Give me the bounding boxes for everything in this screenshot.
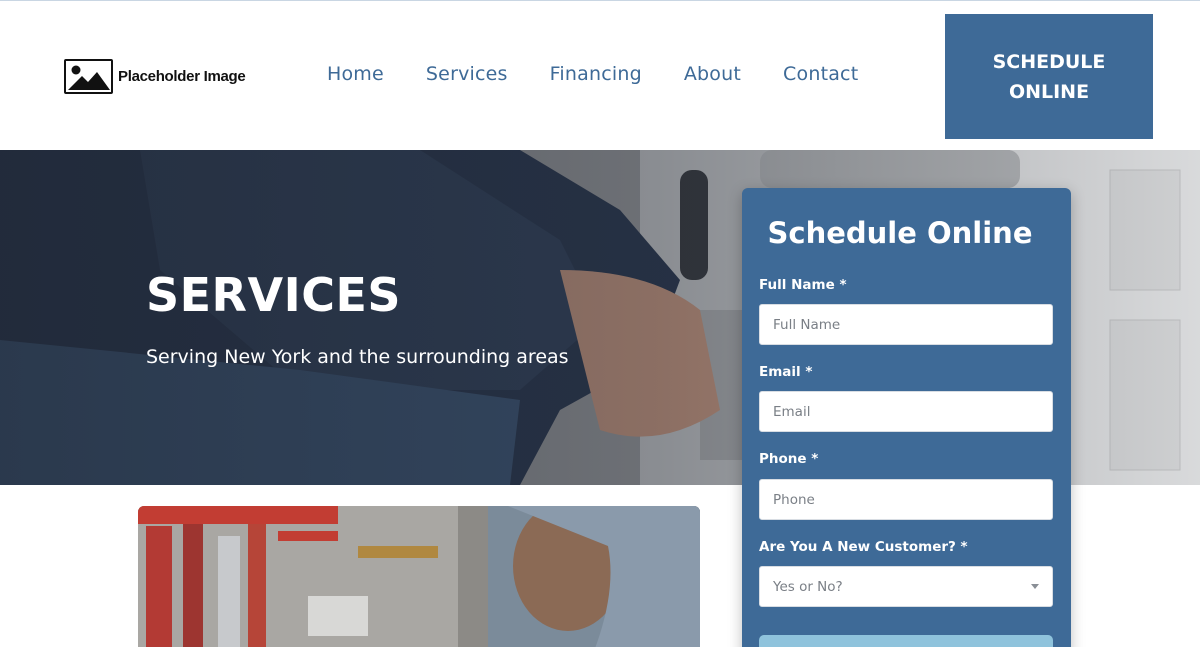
service-photo bbox=[138, 506, 700, 647]
submit-button[interactable] bbox=[759, 635, 1053, 647]
schedule-form: Schedule Online Full Name * Email * Phon… bbox=[742, 188, 1071, 647]
hero-subtitle: Serving New York and the surrounding are… bbox=[146, 346, 569, 368]
nav-services[interactable]: Services bbox=[426, 63, 508, 85]
phone-label: Phone * bbox=[759, 451, 819, 467]
form-title: Schedule Online bbox=[767, 216, 1033, 250]
email-field[interactable] bbox=[759, 391, 1053, 432]
new-customer-label: Are You A New Customer? * bbox=[759, 539, 968, 555]
site-header: Placeholder Image Home Services Financin… bbox=[0, 1, 1200, 150]
new-customer-select-value: Yes or No? bbox=[773, 578, 843, 595]
logo-text: Placeholder Image bbox=[118, 68, 246, 85]
full-name-label: Full Name * bbox=[759, 277, 847, 293]
full-name-field[interactable] bbox=[759, 304, 1053, 345]
nav-financing[interactable]: Financing bbox=[550, 63, 642, 85]
main-nav: Home Services Financing About Contact bbox=[327, 63, 900, 85]
phone-field[interactable] bbox=[759, 479, 1053, 520]
nav-home[interactable]: Home bbox=[327, 63, 384, 85]
hero-title: SERVICES bbox=[146, 268, 402, 322]
image-placeholder-icon bbox=[64, 59, 113, 94]
nav-about[interactable]: About bbox=[684, 63, 741, 85]
email-label: Email * bbox=[759, 364, 813, 380]
schedule-online-button[interactable]: SCHEDULE ONLINE bbox=[945, 14, 1153, 139]
nav-contact[interactable]: Contact bbox=[783, 63, 858, 85]
chevron-down-icon bbox=[1031, 584, 1039, 589]
new-customer-select[interactable]: Yes or No? bbox=[759, 566, 1053, 607]
schedule-online-button-label: SCHEDULE ONLINE bbox=[992, 50, 1106, 103]
site-logo[interactable]: Placeholder Image bbox=[64, 59, 246, 94]
